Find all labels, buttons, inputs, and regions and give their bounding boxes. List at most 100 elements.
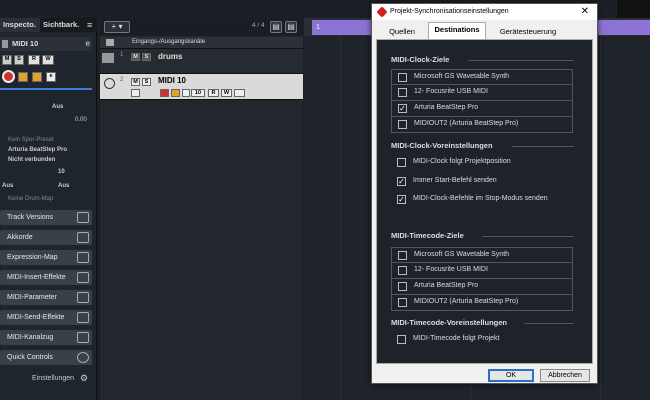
timecode-target-label: Microsoft GS Wavetable Synth (414, 251, 510, 258)
section-label: MIDI-Send-Effekte (7, 314, 65, 321)
bank-select[interactable]: Aus (2, 183, 13, 189)
midi-channel-value[interactable]: 10 (191, 89, 205, 97)
solo-button[interactable]: S (142, 78, 151, 86)
lock-icon[interactable] (32, 72, 42, 82)
checkbox[interactable] (398, 266, 407, 275)
add-track-button[interactable]: + ▾ (104, 21, 130, 33)
write-button[interactable]: W (221, 89, 232, 97)
clock-pref-label: MIDI-Clock-Befehle im Stop-Modus senden (413, 195, 548, 202)
track-options-icon[interactable]: ▤ (285, 21, 297, 33)
timecode-pref-row[interactable]: MIDI-Timecode folgt Projekt (397, 333, 577, 347)
checkbox[interactable]: ✓ (398, 104, 407, 113)
lanes-button[interactable] (234, 89, 245, 97)
checkbox[interactable] (398, 298, 407, 307)
checkbox[interactable] (398, 251, 407, 260)
solo-button[interactable]: S (142, 53, 151, 61)
checkbox[interactable] (397, 335, 406, 344)
clock-target-label: 12- Focusrite USB MIDI (414, 88, 488, 95)
clock-pref-label: Immer Start-Befehl senden (413, 177, 497, 184)
timecode-target-row[interactable]: MIDIOUT2 (Arturia BeatStep Pro) (391, 295, 573, 311)
track-row-midi10[interactable]: 2 M S MIDI 10 10 R W (100, 74, 303, 100)
dialog-title: Projekt-Synchronisationseinstellungen (390, 8, 509, 15)
clock-pref-label: MIDI-Clock folgt Projektposition (413, 158, 511, 165)
output-device[interactable]: Arturia BeatStep Pro (8, 147, 67, 153)
edit-icon[interactable]: e (86, 39, 90, 48)
mute-button[interactable]: M (2, 55, 12, 65)
checkbox[interactable] (398, 120, 407, 129)
record-enable-button[interactable] (2, 70, 15, 83)
group-title-clock-targets: MIDI-Clock-Ziele (391, 55, 450, 64)
section-midi-channel-strip[interactable]: MIDI-Kanalzug (0, 330, 92, 345)
track-preset[interactable]: Kein Spur-Preset (8, 137, 54, 143)
clock-pref-row[interactable]: MIDI-Clock folgt Projektposition (397, 156, 577, 170)
drum-map[interactable]: Keine Drum-Map (8, 196, 53, 202)
chevron-down-icon[interactable] (2, 40, 8, 48)
close-icon[interactable]: ✕ (581, 4, 589, 20)
mute-button[interactable]: M (131, 78, 140, 86)
record-button[interactable] (160, 89, 169, 97)
sends-icon (77, 312, 89, 323)
write-button[interactable]: W (42, 55, 54, 65)
section-midi-parameters[interactable]: MIDI-Parameter (0, 290, 92, 305)
gear-icon[interactable]: ⚙ (80, 373, 88, 384)
section-quick-controls[interactable]: Quick Controls (0, 350, 92, 365)
solo-button[interactable]: S (14, 55, 24, 65)
quick-controls-icon (77, 352, 89, 363)
record-arm-icon[interactable] (104, 78, 115, 89)
parameters-icon (77, 292, 89, 303)
section-label: Akkorde (7, 234, 33, 241)
checkbox[interactable] (397, 158, 406, 167)
clock-pref-row[interactable]: ✓ MIDI-Clock-Befehle im Stop-Modus senden (397, 193, 577, 207)
tab-destinations[interactable]: Destinations (428, 22, 486, 40)
midi-channel[interactable]: 10 (58, 169, 65, 175)
timecode-target-row[interactable]: Microsoft GS Wavetable Synth (391, 247, 573, 263)
timecode-target-label: 12- Focusrite USB MIDI (414, 266, 488, 273)
checkbox[interactable] (398, 88, 407, 97)
monitor-button[interactable] (18, 72, 28, 82)
timecode-target-label: Arturia BeatStep Pro (414, 282, 479, 289)
ok-button[interactable]: OK (488, 369, 534, 382)
section-chords[interactable]: Akkorde (0, 230, 92, 245)
menu-icon[interactable]: ≡ (84, 18, 95, 32)
midi-icon (182, 89, 190, 97)
read-button[interactable]: R (28, 55, 40, 65)
program-select[interactable]: Aus (58, 183, 69, 189)
volume-bar[interactable] (0, 88, 92, 90)
cancel-button[interactable]: Abbrechen (540, 369, 590, 382)
clock-target-row[interactable]: 12- Focusrite USB MIDI (391, 85, 573, 101)
clock-pref-row[interactable]: ✓ Immer Start-Befehl senden (397, 175, 577, 189)
section-expression-map[interactable]: Expression-Map (0, 250, 92, 265)
section-midi-sends[interactable]: MIDI-Send-Effekte (0, 310, 92, 325)
monitor-button[interactable] (171, 89, 180, 97)
checkbox[interactable]: ✓ (397, 195, 406, 204)
clock-target-row[interactable]: ✓ Arturia BeatStep Pro (391, 101, 573, 117)
settings-label[interactable]: Einstellungen (32, 375, 74, 382)
checkbox[interactable] (398, 73, 407, 82)
input-connection[interactable]: Nicht verbunden (8, 157, 55, 163)
dialog-titlebar[interactable]: Projekt-Synchronisationseinstellungen ✕ (372, 4, 597, 20)
io-folder-row[interactable]: Eingangs-/Ausgangskanäle (100, 37, 303, 49)
grid-line (600, 36, 601, 400)
mute-button[interactable]: M (131, 53, 140, 61)
checkbox[interactable]: ✓ (397, 177, 406, 186)
tab-device-control[interactable]: Geräte­steuerung (490, 24, 566, 39)
clock-target-row[interactable]: Microsoft GS Wavetable Synth (391, 69, 573, 85)
clock-target-row[interactable]: MIDIOUT2 (Arturia BeatStep Pro) (391, 117, 573, 133)
track-checkbox[interactable] (131, 89, 140, 97)
checkbox[interactable] (398, 282, 407, 291)
track-row-drums[interactable]: 1 M S drums (100, 49, 303, 74)
timecode-pref-label: MIDI-Timecode folgt Projekt (413, 335, 500, 342)
timecode-target-row[interactable]: 12- Focusrite USB MIDI (391, 263, 573, 279)
track-view-icon[interactable]: ▤ (270, 21, 282, 33)
section-midi-inserts[interactable]: MIDI-Insert-Effekte (0, 270, 92, 285)
edit-channel-button[interactable]: e (46, 72, 56, 82)
tab-sources[interactable]: Quellen (380, 24, 424, 39)
timecode-target-row[interactable]: Arturia BeatStep Pro (391, 279, 573, 295)
read-button[interactable]: R (208, 89, 219, 97)
divider (482, 236, 574, 237)
tab-inspector[interactable]: Inspecto. (0, 18, 40, 32)
track-name-row: MIDI 10 e (0, 37, 92, 51)
tab-visibility[interactable]: Sichtbark. (40, 18, 82, 32)
section-track-versions[interactable]: Track Versions (0, 210, 92, 225)
track-name: drums (158, 52, 183, 61)
